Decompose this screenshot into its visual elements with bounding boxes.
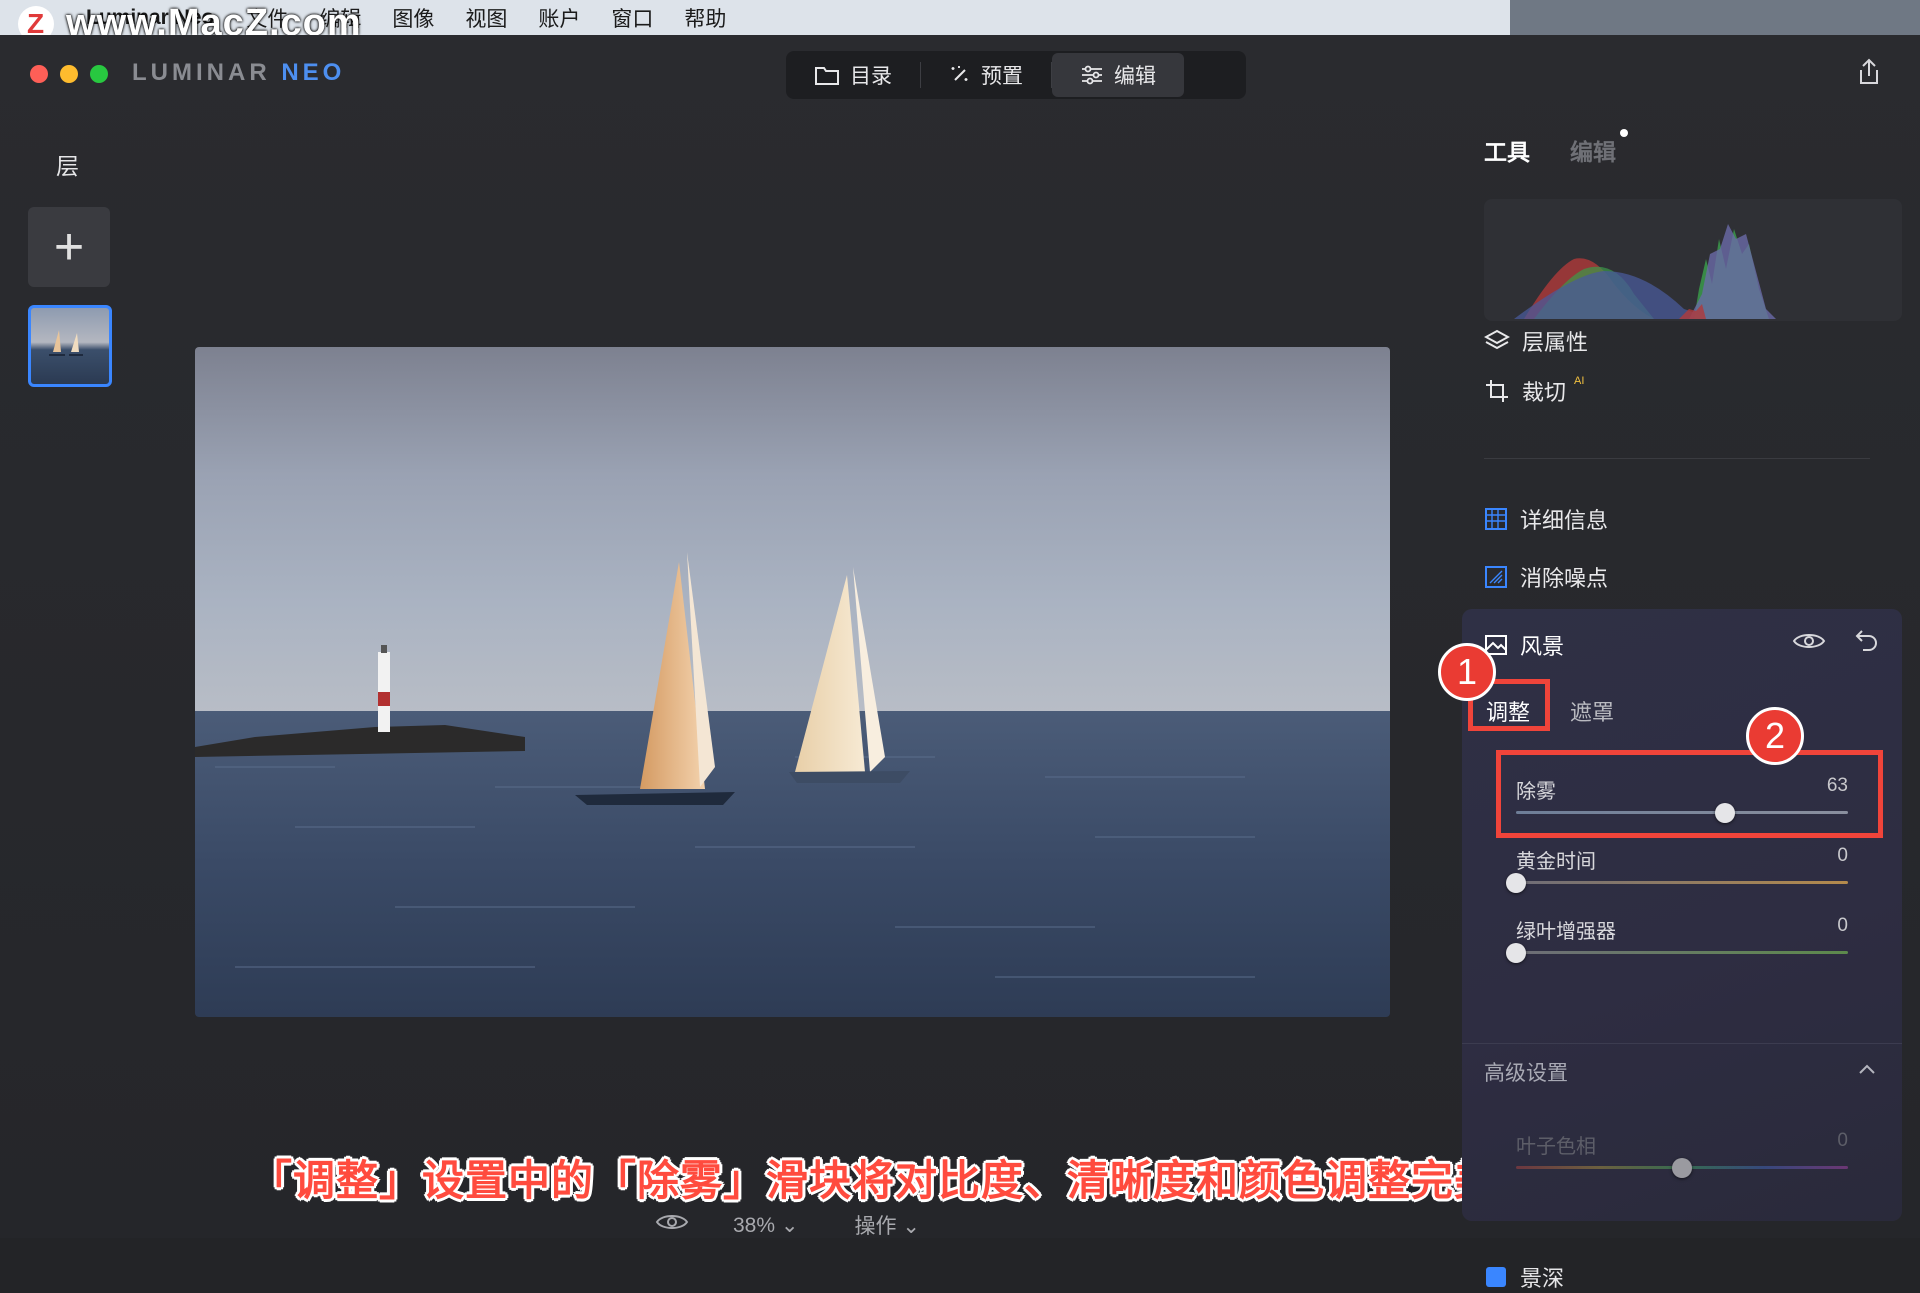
- canvas-bottom-bar: 38% ⌄ 操作 ⌄: [655, 1210, 920, 1240]
- tab-mask[interactable]: 遮罩: [1570, 695, 1614, 727]
- share-button[interactable]: [1856, 57, 1882, 92]
- layers-panel-title: 层: [56, 153, 79, 179]
- folder-icon: [815, 67, 839, 85]
- golden-hour-knob[interactable]: [1506, 873, 1526, 893]
- photo-canvas[interactable]: [195, 347, 1390, 1017]
- zoom-window-button[interactable]: [90, 65, 108, 83]
- tool-layer-properties-label: 层属性: [1522, 330, 1589, 355]
- actions-label: 操作: [854, 1215, 897, 1238]
- foliage-enhancer-knob[interactable]: [1506, 943, 1526, 963]
- right-panel-tabs: 工具 编辑: [1484, 129, 1628, 167]
- logo-accent-text: NEO: [281, 59, 346, 86]
- tool-depth-of-field[interactable]: 景深: [1484, 1261, 1564, 1293]
- ai-badge: AI: [1574, 375, 1585, 387]
- menu-item-help[interactable]: 帮助: [684, 3, 726, 33]
- tool-depth-of-field-label: 景深: [1520, 1266, 1565, 1291]
- app-window: LUMINAR NEO 目录 预置 编辑 层 + 「调整」设置中的「除雾」滑块将…: [0, 35, 1920, 1291]
- foliage-hue-label: 叶子色相: [1516, 1136, 1596, 1158]
- chevron-down-icon: ⌄: [902, 1215, 920, 1238]
- zoom-dropdown[interactable]: 38% ⌄: [733, 1213, 798, 1238]
- tools-divider: [1484, 458, 1870, 459]
- sailboat-photo: [195, 347, 1390, 1017]
- foliage-enhancer-label: 绿叶增强器: [1516, 921, 1616, 943]
- nav-catalog-label: 目录: [850, 65, 892, 88]
- annotation-caption: 「调整」设置中的「除雾」滑块将对比度、清晰度和颜色调整完美融合: [250, 1157, 1584, 1204]
- golden-hour-label: 黄金时间: [1516, 851, 1596, 873]
- foliage-enhancer-track[interactable]: [1516, 951, 1848, 954]
- sliders-icon: [1082, 65, 1102, 85]
- eye-icon: [1792, 634, 1826, 648]
- add-layer-button[interactable]: +: [28, 207, 110, 287]
- chevron-up-icon[interactable]: [1858, 1062, 1876, 1080]
- tool-details[interactable]: 详细信息: [1484, 503, 1608, 535]
- advanced-settings-header[interactable]: 高级设置: [1484, 1057, 1568, 1087]
- tool-layer-properties[interactable]: 层属性: [1484, 325, 1588, 357]
- foliage-enhancer-value: 0: [1837, 915, 1848, 936]
- chevron-down-icon: ⌄: [780, 1213, 799, 1237]
- app-logo: LUMINAR NEO: [132, 59, 345, 87]
- golden-hour-track[interactable]: [1516, 881, 1848, 884]
- window-controls: [30, 65, 108, 83]
- depth-of-field-icon: [1486, 1267, 1506, 1287]
- menu-item-image[interactable]: 图像: [392, 3, 434, 33]
- annotation-badge-1: 1: [1438, 643, 1496, 701]
- foliage-hue-value: 0: [1837, 1130, 1848, 1151]
- share-icon: [1860, 58, 1878, 84]
- magic-wand-icon: [951, 66, 968, 81]
- edits-indicator-dot: [1620, 129, 1628, 137]
- landscape-reset-button[interactable]: [1853, 627, 1881, 658]
- menu-item-view[interactable]: 视图: [465, 3, 507, 33]
- histogram: [1484, 199, 1902, 321]
- nav-edit-button[interactable]: 编辑: [1052, 53, 1184, 97]
- histogram-graph: [1514, 224, 1776, 319]
- annotation-badge-2: 2: [1746, 707, 1804, 765]
- denoise-icon: [1485, 566, 1507, 588]
- logo-main-text: LUMINAR: [132, 59, 282, 86]
- tab-edits[interactable]: 编辑: [1570, 129, 1628, 167]
- tab-edits-label: 编辑: [1570, 139, 1616, 165]
- crop-icon: [1486, 380, 1508, 402]
- advanced-divider: [1462, 1043, 1902, 1044]
- details-icon: [1485, 508, 1507, 530]
- preview-toggle-button[interactable]: [655, 1211, 689, 1239]
- landscape-visibility-toggle[interactable]: [1792, 630, 1826, 657]
- tool-details-label: 详细信息: [1520, 508, 1609, 533]
- nav-catalog-button[interactable]: 目录: [786, 53, 920, 97]
- menu-item-window[interactable]: 窗口: [611, 3, 653, 33]
- nav-presets-button[interactable]: 预置: [921, 53, 1051, 97]
- tool-crop-label: 裁切: [1522, 380, 1567, 405]
- eye-icon: [655, 1215, 689, 1229]
- nav-presets-label: 预置: [981, 65, 1023, 88]
- layer-thumbnail-image: [49, 330, 83, 356]
- tab-tools[interactable]: 工具: [1484, 133, 1530, 167]
- actions-dropdown[interactable]: 操作 ⌄: [854, 1210, 919, 1240]
- zoom-level: 38%: [733, 1213, 776, 1237]
- close-window-button[interactable]: [30, 65, 48, 83]
- minimize-window-button[interactable]: [60, 65, 78, 83]
- undo-icon: [1855, 630, 1877, 651]
- golden-hour-value: 0: [1837, 845, 1848, 866]
- layers-icon: [1484, 329, 1510, 350]
- tool-crop[interactable]: 裁切 AI: [1484, 375, 1584, 407]
- layer-thumbnail[interactable]: [28, 305, 112, 387]
- landscape-header[interactable]: 风景: [1484, 629, 1564, 661]
- nav-edit-label: 编辑: [1114, 65, 1156, 88]
- tool-denoise-label: 消除噪点: [1520, 566, 1609, 591]
- menu-bar-right-area: [1510, 0, 1920, 35]
- landscape-title: 风景: [1520, 634, 1565, 659]
- foliage-hue-knob[interactable]: [1672, 1158, 1692, 1178]
- annotation-box-dehaze: [1496, 750, 1883, 838]
- top-navigation: 目录 预置 编辑: [786, 51, 1246, 99]
- menu-item-account[interactable]: 账户: [538, 3, 580, 33]
- tool-denoise[interactable]: 消除噪点: [1484, 561, 1608, 593]
